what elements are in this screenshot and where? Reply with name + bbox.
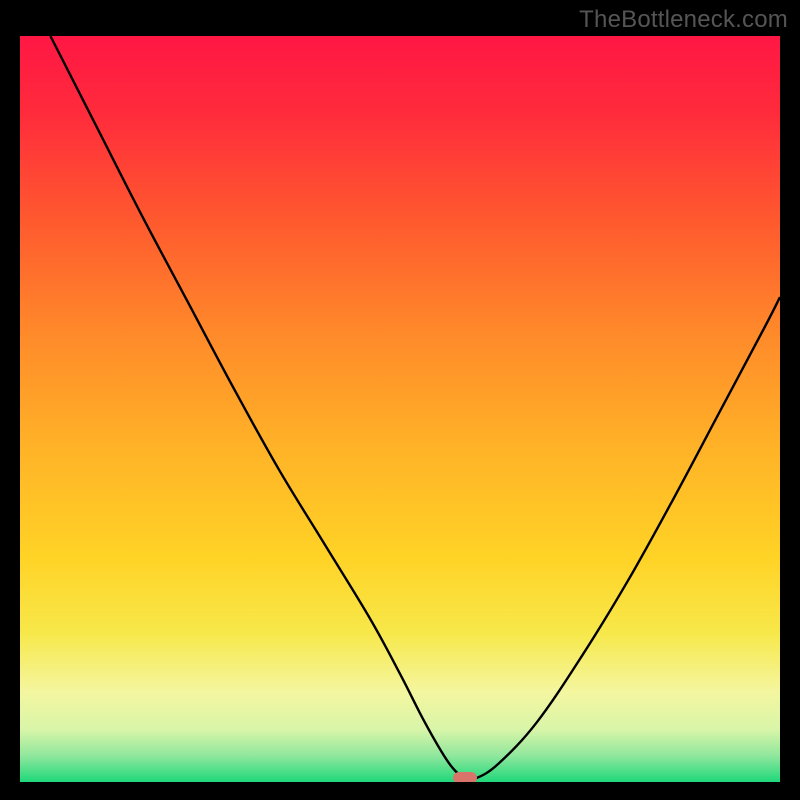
curve-path <box>50 36 780 780</box>
watermark-text: TheBottleneck.com <box>579 6 788 34</box>
bottleneck-curve <box>20 36 780 782</box>
chart-frame: TheBottleneck.com <box>0 0 800 800</box>
plot-area <box>20 36 780 782</box>
optimum-marker <box>453 772 477 782</box>
